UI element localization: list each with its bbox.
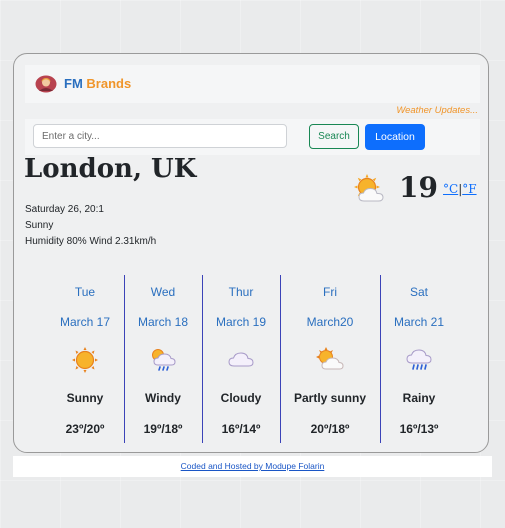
partly-sunny-icon <box>316 347 344 370</box>
forecast-day-name: Fri <box>323 285 337 299</box>
weather-card: FM Brands Weather Updates... Search Loca… <box>13 53 489 453</box>
forecast-temps: 20º/18º <box>310 422 350 436</box>
brand-logo[interactable]: FM Brands <box>64 76 131 91</box>
unit-toggle: °C|°F <box>443 182 477 196</box>
fahrenheit-link[interactable]: °F <box>462 182 476 196</box>
forecast-day-name: Tue <box>74 285 96 299</box>
forecast-date: March 19 <box>215 315 267 329</box>
search-button[interactable]: Search <box>309 124 359 149</box>
forecast-description: Sunny <box>66 391 104 405</box>
forecast-temps: 19º/18º <box>143 422 183 436</box>
current-temperature: 19 <box>399 171 438 204</box>
footer: Coded and Hosted by Modupe Folarin <box>13 456 492 477</box>
partly-sunny-icon <box>354 174 384 202</box>
cloud-icon <box>228 352 254 367</box>
forecast-temps: 23º/20º <box>65 422 105 436</box>
city-search-input[interactable] <box>33 124 287 148</box>
forecast-description: Rainy <box>402 391 436 405</box>
forecast-temps: 16º/13º <box>399 422 439 436</box>
forecast-temps: 16º/14º <box>221 422 261 436</box>
current-condition: Sunny <box>25 220 54 231</box>
rain-icon <box>406 349 432 370</box>
forecast-description: Partly sunny <box>293 391 367 405</box>
forecast-date: March 21 <box>393 315 445 329</box>
sun-rain-icon <box>152 349 176 371</box>
forecast-day-name: Thur <box>228 285 254 299</box>
forecast-date: March 17 <box>59 315 111 329</box>
forecast-description: Cloudy <box>220 391 262 405</box>
city-name: London, UK <box>24 154 197 184</box>
location-button[interactable]: Location <box>365 124 425 150</box>
forecast-day-sat: Sat March 21 Rainy 16º/13º <box>380 275 458 443</box>
forecast-day-wed: Wed March 18 Windy 19º/18º <box>124 275 203 443</box>
search-bar: Search Location <box>25 119 480 155</box>
footer-credit-link[interactable]: Coded and Hosted by Modupe Folarin <box>181 461 325 471</box>
forecast-day-thur: Thur March 19 Cloudy 16º/14º <box>202 275 281 443</box>
humidity-wind: Humidity 80% Wind 2.31km/h <box>25 236 157 247</box>
forecast-day-tue: Tue March 17 Sunny 23º/20º <box>46 275 125 443</box>
forecast-day-fri: Fri March20 Partly sunny 20º/18º <box>280 275 381 443</box>
forecast-row: Tue March 17 Sunny 23º/20º Wed March 18 … <box>46 275 474 443</box>
sun-icon <box>72 347 98 373</box>
brand-fm: FM <box>64 76 83 91</box>
forecast-date: March20 <box>306 315 354 329</box>
forecast-date: March 18 <box>137 315 189 329</box>
current-datetime: Saturday 26, 20:1 <box>25 204 104 215</box>
celsius-link[interactable]: °C <box>443 182 458 196</box>
forecast-day-name: Sat <box>409 285 428 299</box>
navbar: FM Brands <box>25 65 480 103</box>
current-details: Saturday 26, 20:1 Sunny Humidity 80% Win… <box>25 202 156 250</box>
forecast-description: Windy <box>145 391 181 405</box>
brand-name: Brands <box>86 76 132 91</box>
avatar-icon <box>35 75 57 93</box>
tagline: Weather Updates... <box>396 105 478 116</box>
forecast-day-name: Wed <box>150 285 176 299</box>
